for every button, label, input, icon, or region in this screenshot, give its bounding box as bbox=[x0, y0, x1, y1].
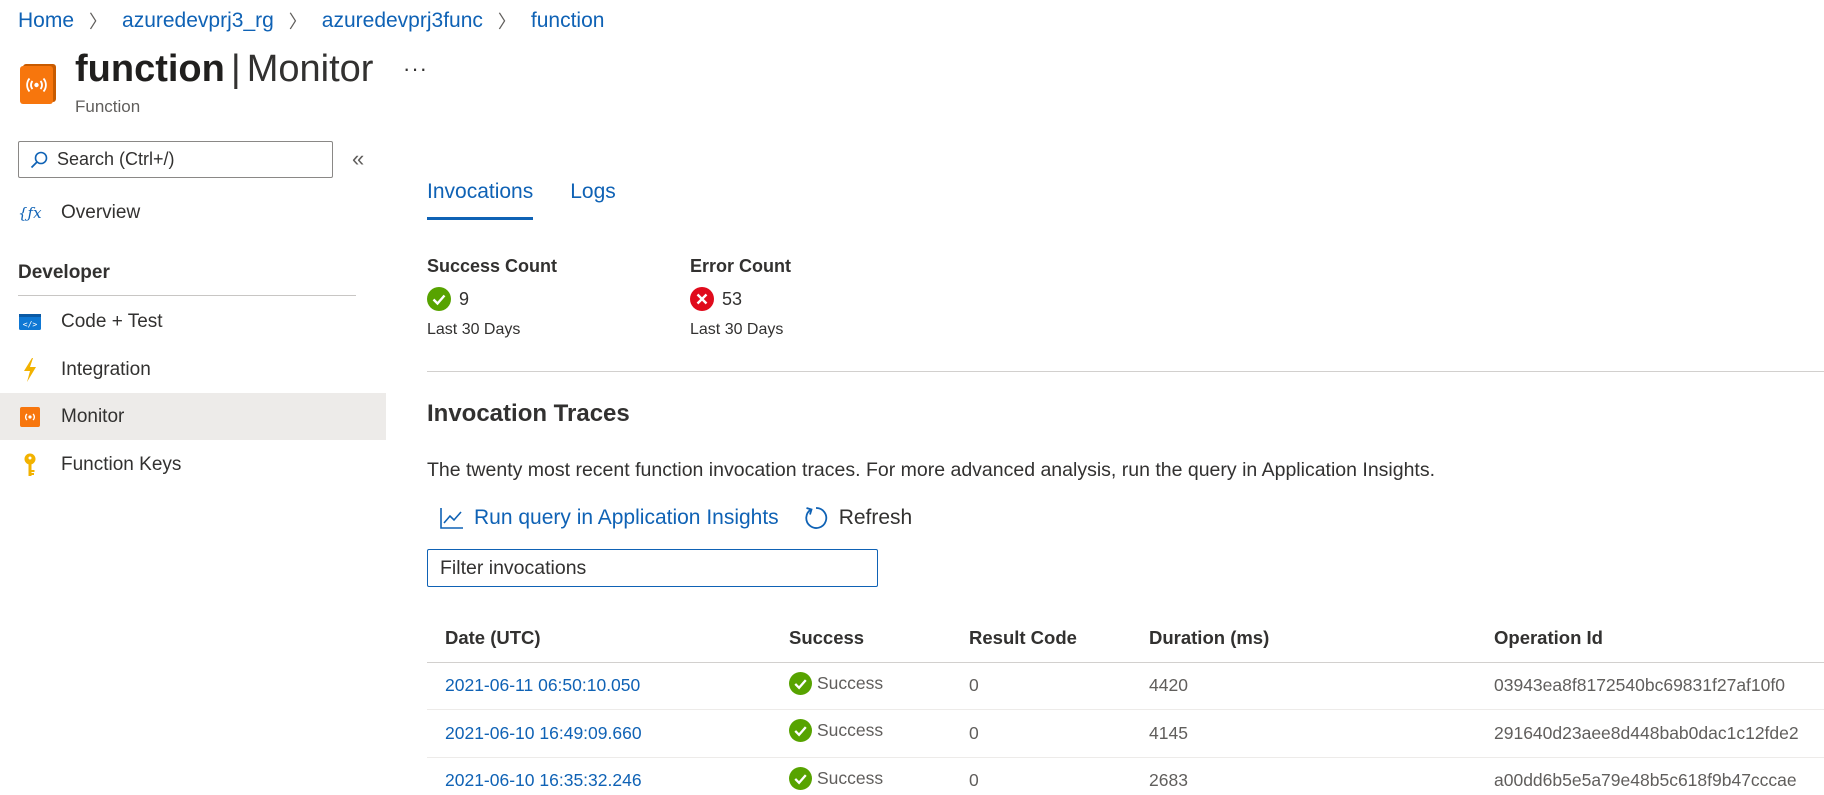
invocation-traces-description: The twenty most recent function invocati… bbox=[427, 459, 1436, 481]
breadcrumb-resource-group[interactable]: azuredevprj3_rg bbox=[122, 9, 274, 33]
invocation-date-link[interactable]: 2021-06-10 16:35:32.246 bbox=[427, 757, 771, 795]
filter-invocations-input[interactable] bbox=[428, 550, 877, 586]
result-code-cell: 0 bbox=[951, 757, 1131, 795]
chart-line-icon bbox=[440, 508, 463, 529]
success-check-icon bbox=[427, 287, 451, 311]
sidebar-search-box[interactable] bbox=[18, 141, 333, 178]
refresh-icon bbox=[805, 507, 827, 529]
error-count-label: Error Count bbox=[690, 256, 791, 276]
refresh-button[interactable]: Refresh bbox=[803, 505, 913, 531]
page-title-blade: Monitor bbox=[246, 48, 374, 90]
refresh-label: Refresh bbox=[838, 506, 913, 529]
section-divider bbox=[427, 371, 1824, 372]
sidebar-item-monitor[interactable]: Monitor bbox=[0, 393, 386, 440]
chevron-right-icon: 〉 bbox=[497, 12, 516, 32]
table-row[interactable]: 2021-06-10 16:35:32.246 Success 0 2683 a… bbox=[427, 757, 1824, 795]
result-code-cell: 0 bbox=[951, 662, 1131, 710]
success-cell: Success bbox=[771, 709, 951, 758]
duration-cell: 4145 bbox=[1131, 709, 1476, 758]
success-check-icon bbox=[789, 766, 812, 790]
svg-text:{ƒx}: {ƒx} bbox=[18, 204, 42, 222]
filter-invocations-box[interactable] bbox=[427, 549, 878, 587]
error-x-icon bbox=[690, 287, 714, 311]
error-count-period: Last 30 Days bbox=[690, 321, 784, 338]
sidebar-item-function-keys[interactable]: Function Keys bbox=[0, 441, 386, 488]
invocation-traces-heading: Invocation Traces bbox=[427, 400, 630, 427]
breadcrumb-function[interactable]: function bbox=[531, 9, 605, 33]
column-header-result-code[interactable]: Result Code bbox=[951, 614, 1131, 663]
success-text: Success bbox=[817, 767, 884, 788]
function-fx-icon: {ƒx} bbox=[18, 201, 42, 225]
success-count-value: 9 bbox=[459, 288, 470, 309]
sidebar-item-label: Code + Test bbox=[61, 310, 163, 332]
success-count-stat: Success Count 9 Last 30 Days bbox=[427, 256, 557, 339]
chevron-right-icon: 〉 bbox=[288, 12, 307, 32]
operation-id-cell: a00dd6b5e5a79e48b5c618f9b47cccae bbox=[1476, 757, 1824, 795]
operation-id-cell: 03943ea8f8172540bc69831f27af10f0 bbox=[1476, 662, 1824, 710]
search-icon bbox=[30, 151, 48, 168]
page-title-separator: | bbox=[230, 48, 241, 90]
column-header-success[interactable]: Success bbox=[771, 614, 951, 663]
page-title: function | Monitor bbox=[75, 48, 373, 91]
collapse-sidebar-icon[interactable]: « bbox=[352, 146, 364, 172]
duration-cell: 2683 bbox=[1131, 757, 1476, 795]
table-row[interactable]: 2021-06-11 06:50:10.050 Success 0 4420 0… bbox=[427, 662, 1824, 710]
more-options-button[interactable]: ··· bbox=[403, 56, 428, 82]
column-header-date[interactable]: Date (UTC) bbox=[427, 614, 771, 663]
svg-text:</>: </> bbox=[23, 320, 38, 329]
lightning-icon bbox=[18, 357, 42, 382]
function-monitor-icon bbox=[20, 64, 56, 104]
sidebar-search-input[interactable] bbox=[57, 149, 307, 170]
tab-invocations[interactable]: Invocations bbox=[427, 180, 534, 220]
sidebar-section-developer: Developer bbox=[18, 262, 110, 283]
success-cell: Success bbox=[771, 662, 951, 710]
duration-cell: 4420 bbox=[1131, 662, 1476, 710]
sidebar-item-overview[interactable]: {ƒx} Overview bbox=[0, 189, 386, 236]
monitor-icon bbox=[18, 405, 42, 429]
tab-logs[interactable]: Logs bbox=[570, 180, 616, 220]
invocations-table: Date (UTC) Success Result Code Duration … bbox=[427, 614, 1824, 795]
sidebar-item-label: Overview bbox=[61, 201, 141, 223]
column-header-duration[interactable]: Duration (ms) bbox=[1131, 614, 1476, 663]
result-code-cell: 0 bbox=[951, 709, 1131, 758]
operation-id-cell: 291640d23aee8d448bab0dac1c12fde2 bbox=[1476, 709, 1824, 758]
table-row[interactable]: 2021-06-10 16:49:09.660 Success 0 4145 2… bbox=[427, 709, 1824, 758]
tab-bar: Invocations Logs bbox=[427, 180, 653, 220]
success-text: Success bbox=[817, 720, 884, 741]
error-count-value: 53 bbox=[722, 288, 743, 309]
run-query-label: Run query in Application Insights bbox=[474, 506, 779, 529]
code-icon: </> bbox=[18, 310, 42, 334]
page-subtitle: Function bbox=[75, 97, 141, 116]
success-check-icon bbox=[789, 719, 812, 743]
column-header-operation-id[interactable]: Operation Id bbox=[1476, 614, 1824, 663]
sidebar-item-label: Function Keys bbox=[61, 453, 182, 475]
sidebar-item-label: Monitor bbox=[61, 405, 125, 427]
sidebar-divider bbox=[18, 295, 356, 296]
invocation-date-link[interactable]: 2021-06-10 16:49:09.660 bbox=[427, 709, 771, 758]
breadcrumb-home[interactable]: Home bbox=[18, 9, 74, 33]
success-check-icon bbox=[789, 671, 812, 695]
success-count-period: Last 30 Days bbox=[427, 321, 521, 338]
breadcrumb-function-app[interactable]: azuredevprj3func bbox=[322, 9, 483, 33]
run-query-button[interactable]: Run query in Application Insights bbox=[440, 506, 779, 530]
success-cell: Success bbox=[771, 757, 951, 795]
success-text: Success bbox=[817, 672, 884, 693]
sidebar-item-code-test[interactable]: </> Code + Test bbox=[0, 298, 386, 345]
sidebar-item-integration[interactable]: Integration bbox=[0, 346, 386, 393]
chevron-right-icon: 〉 bbox=[89, 12, 108, 32]
key-icon bbox=[18, 453, 42, 477]
invocation-date-link[interactable]: 2021-06-11 06:50:10.050 bbox=[427, 662, 771, 710]
table-header-row: Date (UTC) Success Result Code Duration … bbox=[427, 614, 1824, 663]
error-count-stat: Error Count 53 Last 30 Days bbox=[690, 256, 791, 339]
breadcrumb: Home 〉 azuredevprj3_rg 〉 azuredevprj3fun… bbox=[18, 8, 604, 34]
success-count-label: Success Count bbox=[427, 256, 558, 276]
page-title-resource: function bbox=[75, 48, 225, 90]
command-bar: Run query in Application Insights Refres… bbox=[440, 505, 936, 531]
sidebar-item-label: Integration bbox=[61, 358, 151, 380]
